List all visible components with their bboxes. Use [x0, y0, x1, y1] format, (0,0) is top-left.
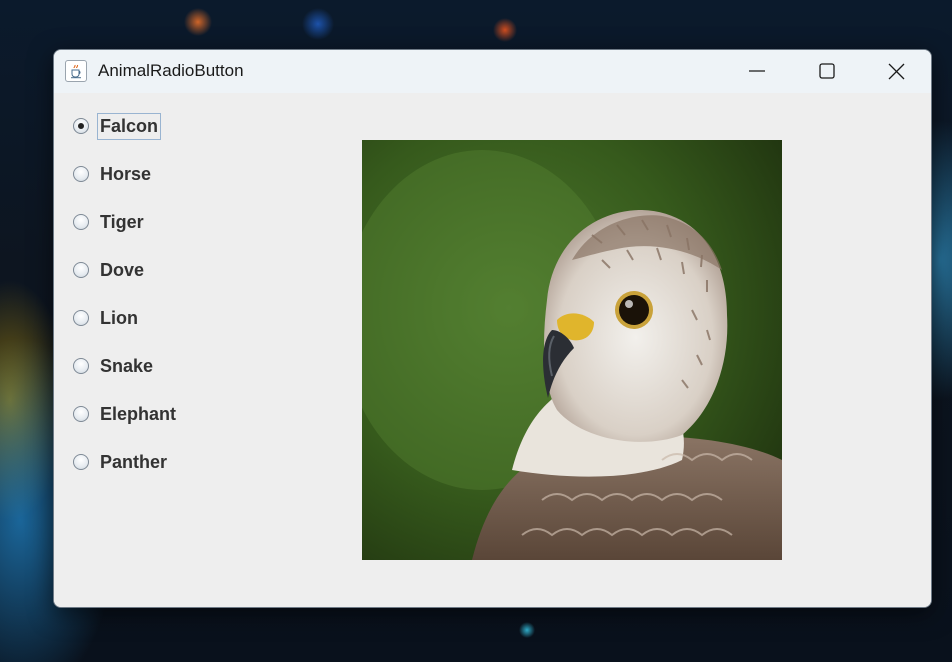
radio-button-circle[interactable] — [73, 406, 89, 422]
app-window: AnimalRadioButton Falcon Horse Tiger Dov… — [53, 49, 932, 608]
radio-label[interactable]: Lion — [100, 308, 138, 329]
radio-button-circle[interactable] — [73, 358, 89, 374]
radio-horse[interactable]: Horse — [73, 161, 233, 189]
radio-button-circle[interactable] — [73, 214, 89, 230]
radio-button-circle[interactable] — [73, 166, 89, 182]
minimize-button[interactable] — [722, 50, 792, 93]
window-title: AnimalRadioButton — [98, 61, 244, 80]
radio-label[interactable]: Elephant — [100, 404, 176, 425]
radio-label[interactable]: Panther — [100, 452, 167, 473]
radio-button-circle[interactable] — [73, 454, 89, 470]
maximize-button[interactable] — [792, 50, 862, 93]
radio-label[interactable]: Falcon — [96, 113, 162, 140]
minimize-icon — [749, 70, 765, 72]
falcon-photo — [362, 140, 782, 560]
radio-button-circle[interactable] — [73, 310, 89, 326]
radio-lion[interactable]: Lion — [73, 305, 233, 333]
close-icon — [888, 63, 905, 80]
content-pane: Falcon Horse Tiger Dove Lion Snake Eleph… — [54, 93, 931, 607]
radio-falcon[interactable]: Falcon — [73, 113, 233, 141]
radio-snake[interactable]: Snake — [73, 353, 233, 381]
radio-label[interactable]: Horse — [100, 164, 151, 185]
radio-panther[interactable]: Panther — [73, 449, 233, 477]
title-bar[interactable]: AnimalRadioButton — [54, 50, 931, 93]
radio-label[interactable]: Tiger — [100, 212, 144, 233]
close-button[interactable] — [861, 50, 931, 93]
radio-label[interactable]: Dove — [100, 260, 144, 281]
radio-selected-dot — [78, 123, 84, 129]
maximize-icon — [819, 63, 835, 79]
radio-label[interactable]: Snake — [100, 356, 153, 377]
radio-tiger[interactable]: Tiger — [73, 209, 233, 237]
java-coffee-cup-icon[interactable] — [65, 60, 87, 82]
radio-elephant[interactable]: Elephant — [73, 401, 233, 429]
radio-dove[interactable]: Dove — [73, 257, 233, 285]
radio-button-circle[interactable] — [73, 118, 89, 134]
radio-button-circle[interactable] — [73, 262, 89, 278]
